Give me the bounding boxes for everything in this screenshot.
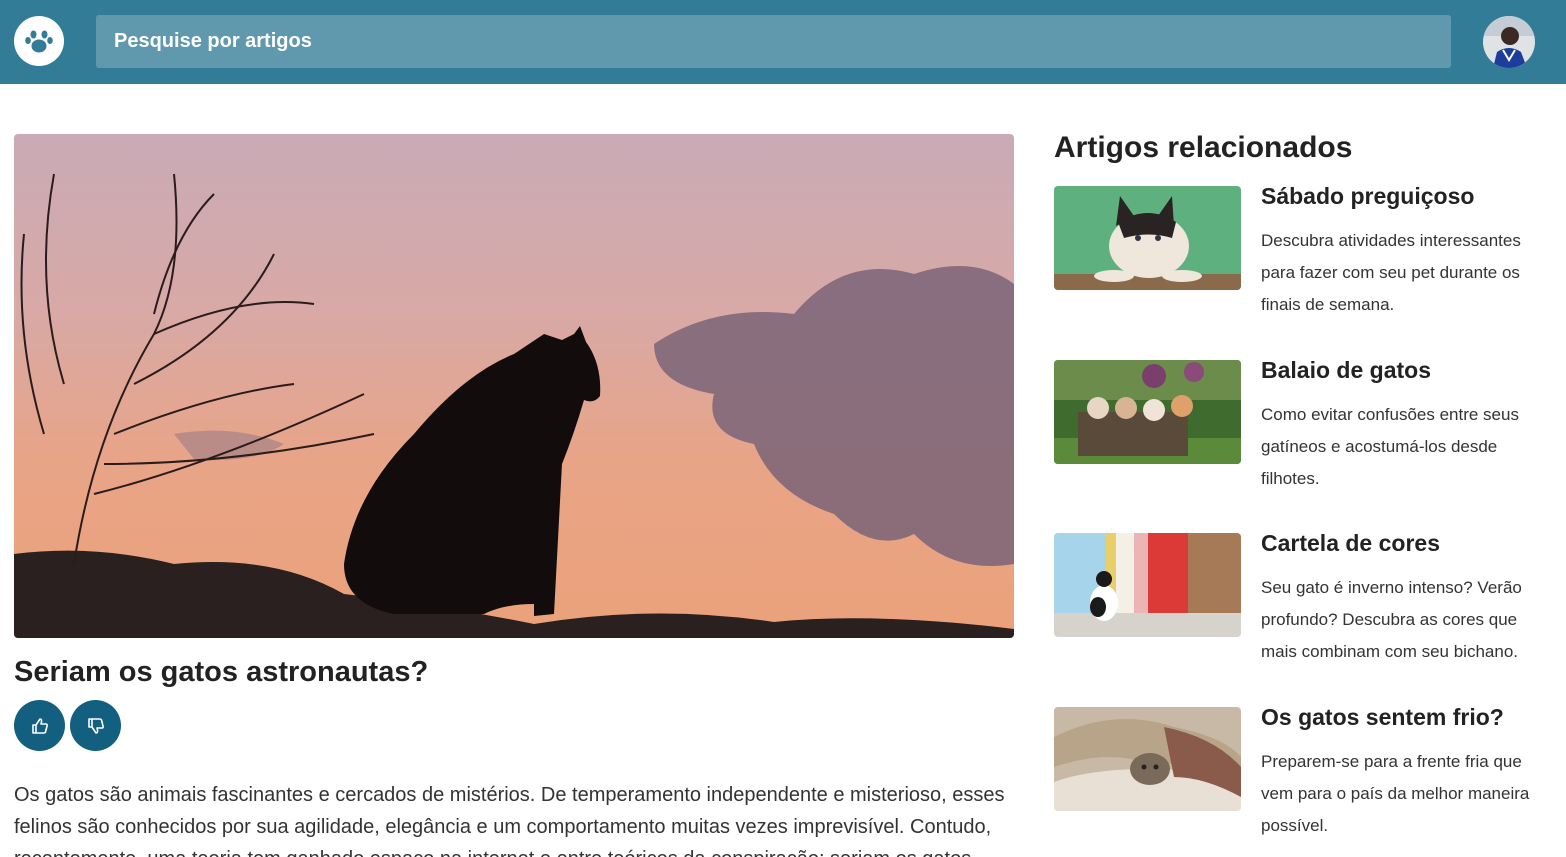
search-input[interactable]: [96, 15, 1451, 68]
search-bar: [96, 15, 1451, 68]
related-article-title[interactable]: Balaio de gatos: [1261, 357, 1431, 384]
related-articles-heading: Artigos relacionados: [1054, 131, 1353, 164]
thumbs-down-icon: [87, 717, 104, 734]
related-article-card[interactable]: Cartela de cores Seu gato é inverno inte…: [1054, 530, 1544, 693]
dislike-button[interactable]: [70, 700, 121, 751]
avatar-photo: [1483, 16, 1535, 68]
thumbs-up-icon: [31, 717, 48, 734]
cat-by-colorful-wall-image[interactable]: [1054, 533, 1241, 637]
cat-under-blanket-image[interactable]: [1054, 707, 1241, 811]
kittens-in-basket-image[interactable]: [1054, 360, 1241, 464]
related-article-description: Como evitar confusões entre seus gatíneo…: [1261, 405, 1519, 488]
paw-icon: [25, 30, 53, 53]
like-button[interactable]: [14, 700, 65, 751]
article-hero-image: [14, 134, 1014, 638]
related-article-description: Descubra atividades interessantes para f…: [1261, 231, 1521, 314]
top-navigation-bar: [0, 0, 1566, 84]
cat-on-green-wall-image[interactable]: [1054, 186, 1241, 290]
article-title: Seriam os gatos astronautas?: [14, 656, 429, 688]
related-article-title[interactable]: Sábado preguiçoso: [1261, 183, 1474, 210]
related-article-description: Preparem-se para a frente fria que vem p…: [1261, 752, 1530, 835]
logo-button[interactable]: [14, 16, 64, 66]
related-article-card[interactable]: Os gatos sentem frio? Preparem-se para a…: [1054, 704, 1544, 857]
related-article-title[interactable]: Cartela de cores: [1261, 530, 1440, 557]
article-body-text: Os gatos são animais fascinantes e cerca…: [14, 784, 1005, 857]
related-article-card[interactable]: Balaio de gatos Como evitar confusões en…: [1054, 357, 1544, 520]
user-avatar[interactable]: [1483, 16, 1535, 68]
related-article-description: Seu gato é inverno intenso? Verão profun…: [1261, 578, 1522, 661]
related-article-card[interactable]: Sábado preguiçoso Descubra atividades in…: [1054, 183, 1544, 346]
related-article-title[interactable]: Os gatos sentem frio?: [1261, 704, 1504, 731]
